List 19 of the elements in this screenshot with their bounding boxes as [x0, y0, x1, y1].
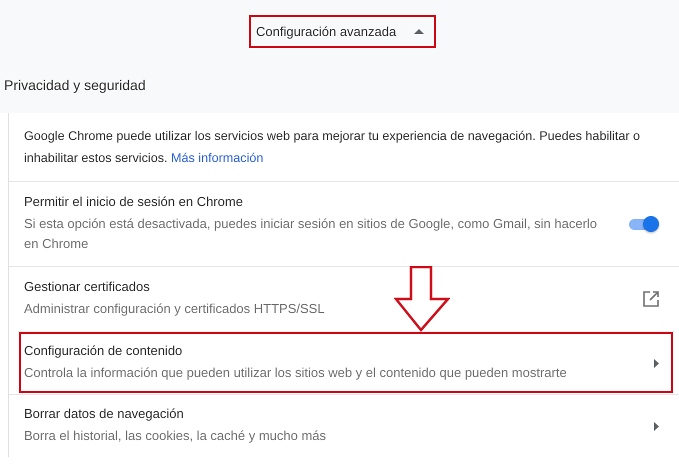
advanced-settings-button[interactable]: Configuración avanzada — [249, 15, 436, 48]
arrow-right-icon[interactable] — [654, 358, 659, 368]
setting-title: Borrar datos de navegación — [24, 406, 185, 422]
setting-title: Permitir el inicio de sesión en Chrome — [24, 194, 244, 210]
caret-up-icon — [414, 29, 424, 34]
setting-description: Si esta opción está desactivada, puedes iniciar sesión en sitios de Google, como Gmail, sin hacerlo en Chrome — [24, 215, 598, 253]
setting-description: Controla la información que pueden utilizar los sitios web y el contenido que pueden mostrarte — [24, 364, 568, 382]
external-link-icon[interactable] — [643, 291, 659, 307]
setting-description: Borra el historial, las cookies, la caché y mucho más — [24, 427, 328, 445]
setting-title: Configuración de contenido — [24, 343, 184, 359]
description-text: Google Chrome puede utilizar los servicios web para mejorar tu experiencia de navegación. Puedes habilitar o inhabilitar estos servicios. Más información — [24, 128, 642, 167]
setting-title: Gestionar certificados — [24, 279, 151, 295]
more-info-link[interactable]: Más información — [171, 151, 264, 165]
settings-row[interactable]: Configuración de contenido Controla la información que pueden utilizar los sitios web y el contenido que pueden mostrarte — [18, 331, 674, 394]
settings-row[interactable]: Borrar datos de navegación Borra el historial, las cookies, la caché y mucho más — [9, 394, 679, 457]
toggle-switch[interactable] — [629, 216, 659, 232]
setting-description: Administrar configuración y certificados HTTPS/SSL — [24, 300, 326, 318]
arrow-right-icon[interactable] — [654, 422, 659, 430]
section-title: Privacidad y seguridad — [4, 76, 147, 95]
